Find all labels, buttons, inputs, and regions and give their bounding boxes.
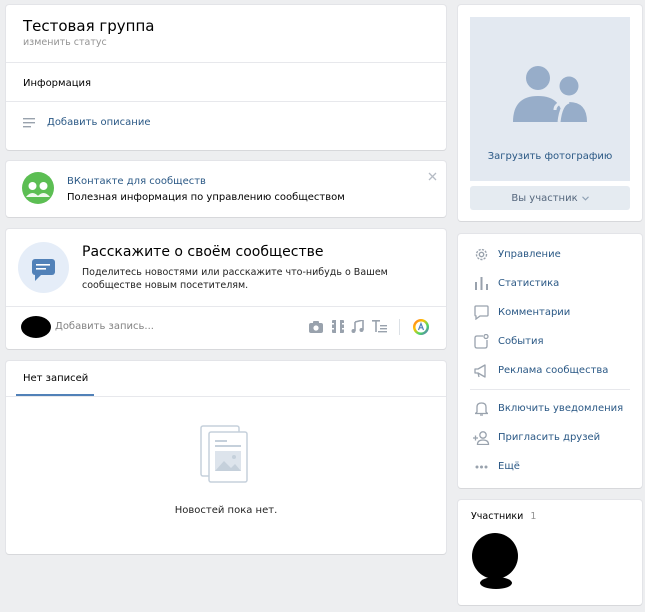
menu-item-label: Пригласить друзей [498, 432, 601, 443]
member-button[interactable]: Вы участник [470, 186, 630, 210]
text-lines-icon [23, 117, 35, 128]
menu-item-invite[interactable]: Пригласить друзей [458, 423, 642, 452]
actions-card: Управление Статистика Комментарии Событи… [458, 234, 642, 488]
promo-title[interactable]: ВКонтакте для сообществ [67, 176, 206, 187]
cover-card: Загрузить фотографию Вы участник [458, 5, 642, 221]
tell-title: Расскажите о своём сообществе [82, 244, 324, 260]
member-avatar[interactable] [472, 533, 518, 579]
menu-item-label: Реклама сообщества [498, 365, 609, 376]
events-icon [472, 333, 490, 351]
upload-photo-area[interactable]: Загрузить фотографию [470, 17, 630, 181]
status-link[interactable]: изменить статус [23, 37, 107, 48]
menu-item-label: Комментарии [498, 307, 571, 318]
group-avatar-icon [511, 64, 589, 126]
divider [6, 101, 446, 102]
divider [6, 62, 446, 63]
tab-no-posts[interactable]: Нет записей [16, 361, 94, 396]
divider [399, 319, 400, 335]
upload-photo-label: Загрузить фотографию [487, 151, 613, 162]
members-count: 1 [530, 511, 537, 522]
empty-feed-icon [199, 424, 251, 486]
divider [470, 389, 630, 390]
comment-icon [472, 304, 490, 322]
tab-label: Нет записей [23, 373, 89, 384]
tell-text-line2: сообществе новым посетителям. [82, 280, 249, 291]
menu-item-notifications[interactable]: Включить уведомления [458, 394, 642, 423]
members-header[interactable]: Участники 1 [471, 511, 536, 522]
menu-item-label: Ещё [498, 461, 520, 472]
camera-icon[interactable] [309, 321, 323, 333]
info-title: Информация [23, 78, 92, 89]
empty-feed-text: Новостей пока нет. [174, 505, 278, 516]
music-icon[interactable] [351, 320, 364, 333]
chat-bubble-icon [18, 242, 69, 293]
group-title: Тестовая группа [23, 17, 155, 35]
add-description-row[interactable]: Добавить описание [23, 117, 151, 128]
add-description-link: Добавить описание [47, 117, 151, 128]
video-icon[interactable] [332, 320, 344, 333]
promo-text: Полезная информация по управлению сообще… [67, 192, 345, 203]
menu-item-label: Включить уведомления [498, 403, 624, 414]
tell-text-line1: Поделитесь новостями или расскажите что-… [82, 267, 388, 278]
menu-item-stats[interactable]: Статистика [458, 269, 642, 298]
members-card: Участники 1 [458, 500, 642, 605]
more-icon [472, 458, 490, 476]
promo-card: ВКонтакте для сообществ Полезная информа… [6, 161, 446, 217]
member-button-label: Вы участник [511, 192, 578, 204]
menu-item-more[interactable]: Ещё [458, 452, 642, 481]
tell-card: Расскажите о своём сообществе Поделитесь… [6, 229, 446, 349]
menu-item-comments[interactable]: Комментарии [458, 298, 642, 327]
group-header-card: Тестовая группа изменить статус Информац… [6, 5, 446, 150]
menu-item-ads[interactable]: Реклама сообщества [458, 356, 642, 385]
stats-icon [472, 275, 490, 293]
add-friend-icon [472, 429, 490, 447]
member-avatar-shadow [480, 577, 512, 589]
divider [6, 306, 446, 307]
vk-communities-icon [22, 172, 54, 204]
gear-icon [472, 246, 490, 264]
post-input[interactable]: Добавить запись... [55, 321, 154, 332]
menu-item-manage[interactable]: Управление [458, 240, 642, 269]
menu-item-label: Статистика [498, 278, 560, 289]
megaphone-icon [472, 362, 490, 380]
close-icon[interactable] [428, 172, 437, 181]
menu-item-events[interactable]: События [458, 327, 642, 356]
divider [6, 396, 446, 397]
menu-item-label: Управление [498, 249, 561, 260]
members-label: Участники [471, 511, 524, 522]
wall-card: Нет записей Новостей пока нет. [6, 361, 446, 554]
bell-icon [472, 400, 490, 418]
text-format-icon[interactable] [372, 320, 387, 333]
avatar [21, 316, 51, 338]
chevron-down-icon [581, 195, 589, 201]
menu-item-label: События [498, 336, 544, 347]
colorful-a-icon[interactable] [413, 319, 429, 335]
